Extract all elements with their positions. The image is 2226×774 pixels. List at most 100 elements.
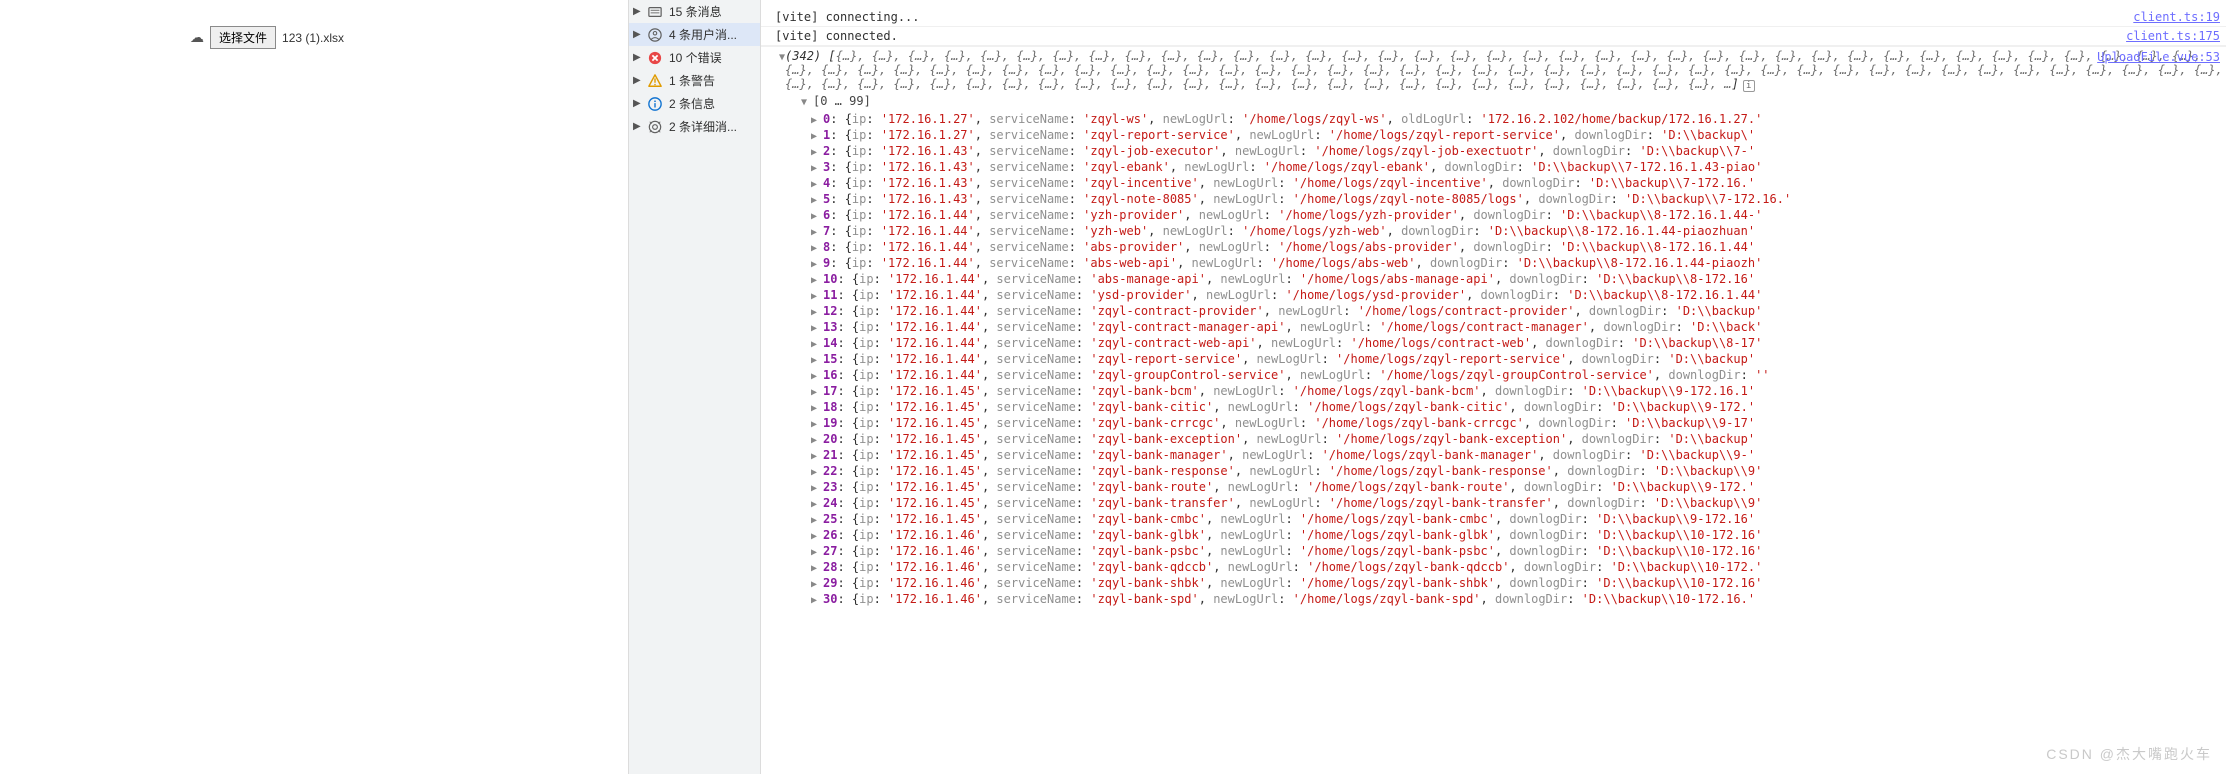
file-upload-row: ☁ 选择文件 123 (1).xlsx <box>0 26 628 49</box>
console-panel: [vite] connecting...client.ts:19[vite] c… <box>761 0 2226 774</box>
array-entry[interactable]: ▶26: {ip: '172.16.1.46', serviceName: 'z… <box>811 528 2226 544</box>
source-link[interactable]: client.ts:19 <box>2133 8 2222 26</box>
array-entry[interactable]: ▶18: {ip: '172.16.1.45', serviceName: 'z… <box>811 400 2226 416</box>
caret-right-icon: ▶ <box>811 546 823 560</box>
caret-right-icon: ▶ <box>811 418 823 432</box>
selected-filename: 123 (1).xlsx <box>282 31 344 45</box>
caret-right-icon: ▶ <box>811 466 823 480</box>
filter-label: 2 条详细消... <box>669 118 737 135</box>
array-entry[interactable]: ▶12: {ip: '172.16.1.44', serviceName: 'z… <box>811 304 2226 320</box>
caret-right-icon: ▶ <box>811 338 823 352</box>
caret-right-icon: ▶ <box>811 146 823 160</box>
caret-right-icon: ▶ <box>811 242 823 256</box>
filter-info[interactable]: ▶ 2 条信息 <box>629 92 760 115</box>
caret-right-icon: ▶ <box>811 450 823 464</box>
caret-right-icon: ▶ <box>811 290 823 304</box>
array-entry[interactable]: ▶9: {ip: '172.16.1.44', serviceName: 'ab… <box>811 256 2226 272</box>
array-entry[interactable]: ▶4: {ip: '172.16.1.43', serviceName: 'zq… <box>811 176 2226 192</box>
caret-right-icon: ▶ <box>811 210 823 224</box>
filter-label: 4 条用户消... <box>669 26 737 43</box>
caret-right-icon: ▶ <box>811 530 823 544</box>
user-icon <box>647 27 663 43</box>
info-badge-icon[interactable]: i <box>1743 80 1755 92</box>
array-entry[interactable]: ▶6: {ip: '172.16.1.44', serviceName: 'yz… <box>811 208 2226 224</box>
caret-right-icon: ▶ <box>811 434 823 448</box>
caret-right-icon: ▶ <box>811 402 823 416</box>
array-entry[interactable]: ▶10: {ip: '172.16.1.44', serviceName: 'a… <box>811 272 2226 288</box>
caret-down-icon: ▼ <box>801 94 813 112</box>
filter-label: 10 个错误 <box>669 49 722 66</box>
app-panel: ☁ 选择文件 123 (1).xlsx <box>0 0 629 774</box>
caret-right-icon: ▶ <box>633 52 647 63</box>
caret-right-icon: ▶ <box>811 226 823 240</box>
array-entry[interactable]: ▶15: {ip: '172.16.1.44', serviceName: 'z… <box>811 352 2226 368</box>
msg-icon <box>647 4 663 20</box>
verb-icon <box>647 119 663 135</box>
caret-right-icon: ▶ <box>811 178 823 192</box>
caret-right-icon: ▶ <box>811 498 823 512</box>
array-entry[interactable]: ▶13: {ip: '172.16.1.44', serviceName: 'z… <box>811 320 2226 336</box>
caret-right-icon: ▶ <box>811 386 823 400</box>
array-entry[interactable]: ▶20: {ip: '172.16.1.45', serviceName: 'z… <box>811 432 2226 448</box>
filter-label: 15 条消息 <box>669 3 722 20</box>
caret-right-icon: ▶ <box>633 29 647 40</box>
array-entry[interactable]: ▶28: {ip: '172.16.1.46', serviceName: 'z… <box>811 560 2226 576</box>
array-entry[interactable]: ▶24: {ip: '172.16.1.45', serviceName: 'z… <box>811 496 2226 512</box>
array-entry[interactable]: ▶14: {ip: '172.16.1.44', serviceName: 'z… <box>811 336 2226 352</box>
source-link[interactable]: UploadFile.vue:53 <box>2097 50 2220 64</box>
array-entry[interactable]: ▶17: {ip: '172.16.1.45', serviceName: 'z… <box>811 384 2226 400</box>
cloud-upload-icon: ☁ <box>190 29 204 46</box>
filter-warn[interactable]: ▶ 1 条警告 <box>629 69 760 92</box>
array-entry[interactable]: ▶29: {ip: '172.16.1.46', serviceName: 'z… <box>811 576 2226 592</box>
caret-right-icon: ▶ <box>811 130 823 144</box>
filter-user[interactable]: ▶ 4 条用户消... <box>629 23 760 46</box>
caret-right-icon: ▶ <box>811 306 823 320</box>
array-entry[interactable]: ▶5: {ip: '172.16.1.43', serviceName: 'zq… <box>811 192 2226 208</box>
filter-msg[interactable]: ▶ 15 条消息 <box>629 0 760 23</box>
caret-right-icon: ▶ <box>633 98 647 109</box>
array-entry[interactable]: ▶27: {ip: '172.16.1.46', serviceName: 'z… <box>811 544 2226 560</box>
caret-right-icon: ▶ <box>633 75 647 86</box>
console-message: [vite] connected.client.ts:175 <box>761 27 2226 46</box>
filter-label: 2 条信息 <box>669 95 715 112</box>
array-entry[interactable]: ▶22: {ip: '172.16.1.45', serviceName: 'z… <box>811 464 2226 480</box>
array-entry[interactable]: ▶3: {ip: '172.16.1.43', serviceName: 'zq… <box>811 160 2226 176</box>
caret-right-icon: ▶ <box>811 594 823 608</box>
array-entry[interactable]: ▶16: {ip: '172.16.1.44', serviceName: 'z… <box>811 368 2226 384</box>
caret-right-icon: ▶ <box>633 121 647 132</box>
caret-right-icon: ▶ <box>811 354 823 368</box>
caret-right-icon: ▶ <box>811 578 823 592</box>
caret-right-icon: ▶ <box>633 6 647 17</box>
array-entry[interactable]: ▶11: {ip: '172.16.1.44', serviceName: 'y… <box>811 288 2226 304</box>
array-entry[interactable]: ▶30: {ip: '172.16.1.46', serviceName: 'z… <box>811 592 2226 608</box>
array-entry[interactable]: ▶25: {ip: '172.16.1.45', serviceName: 'z… <box>811 512 2226 528</box>
array-entry[interactable]: ▶1: {ip: '172.16.1.27', serviceName: 'zq… <box>811 128 2226 144</box>
array-range[interactable]: ▼[0 … 99] <box>761 92 2226 112</box>
caret-right-icon: ▶ <box>811 482 823 496</box>
array-entry[interactable]: ▶0: {ip: '172.16.1.27', serviceName: 'zq… <box>811 112 2226 128</box>
filter-err[interactable]: ▶ 10 个错误 <box>629 46 760 69</box>
array-entry[interactable]: ▶21: {ip: '172.16.1.45', serviceName: 'z… <box>811 448 2226 464</box>
array-entry[interactable]: ▶8: {ip: '172.16.1.44', serviceName: 'ab… <box>811 240 2226 256</box>
caret-right-icon: ▶ <box>811 562 823 576</box>
warn-icon <box>647 73 663 89</box>
caret-right-icon: ▶ <box>811 322 823 336</box>
caret-right-icon: ▶ <box>811 514 823 528</box>
console-array-header[interactable]: ▼(342) [{…}, {…}, {…}, {…}, {…}, {…}, {…… <box>761 46 2226 92</box>
filter-label: 1 条警告 <box>669 72 715 89</box>
caret-right-icon: ▶ <box>811 194 823 208</box>
info-icon <box>647 96 663 112</box>
array-entry[interactable]: ▶7: {ip: '172.16.1.44', serviceName: 'yz… <box>811 224 2226 240</box>
array-entry[interactable]: ▶19: {ip: '172.16.1.45', serviceName: 'z… <box>811 416 2226 432</box>
array-entry[interactable]: ▶23: {ip: '172.16.1.45', serviceName: 'z… <box>811 480 2226 496</box>
caret-right-icon: ▶ <box>811 274 823 288</box>
choose-file-button[interactable]: 选择文件 <box>210 26 276 49</box>
caret-right-icon: ▶ <box>811 258 823 272</box>
source-link[interactable]: client.ts:175 <box>2126 27 2222 45</box>
caret-right-icon: ▶ <box>811 162 823 176</box>
console-filter-panel: ▶ 15 条消息 ▶ 4 条用户消... ▶ 10 个错误 ▶ 1 条警告 ▶ 2 条信息 ▶ 2 条… <box>629 0 761 774</box>
console-message: [vite] connecting...client.ts:19 <box>761 8 2226 27</box>
array-entries: ▶0: {ip: '172.16.1.27', serviceName: 'zq… <box>761 112 2226 608</box>
filter-verb[interactable]: ▶ 2 条详细消... <box>629 115 760 138</box>
array-entry[interactable]: ▶2: {ip: '172.16.1.43', serviceName: 'zq… <box>811 144 2226 160</box>
